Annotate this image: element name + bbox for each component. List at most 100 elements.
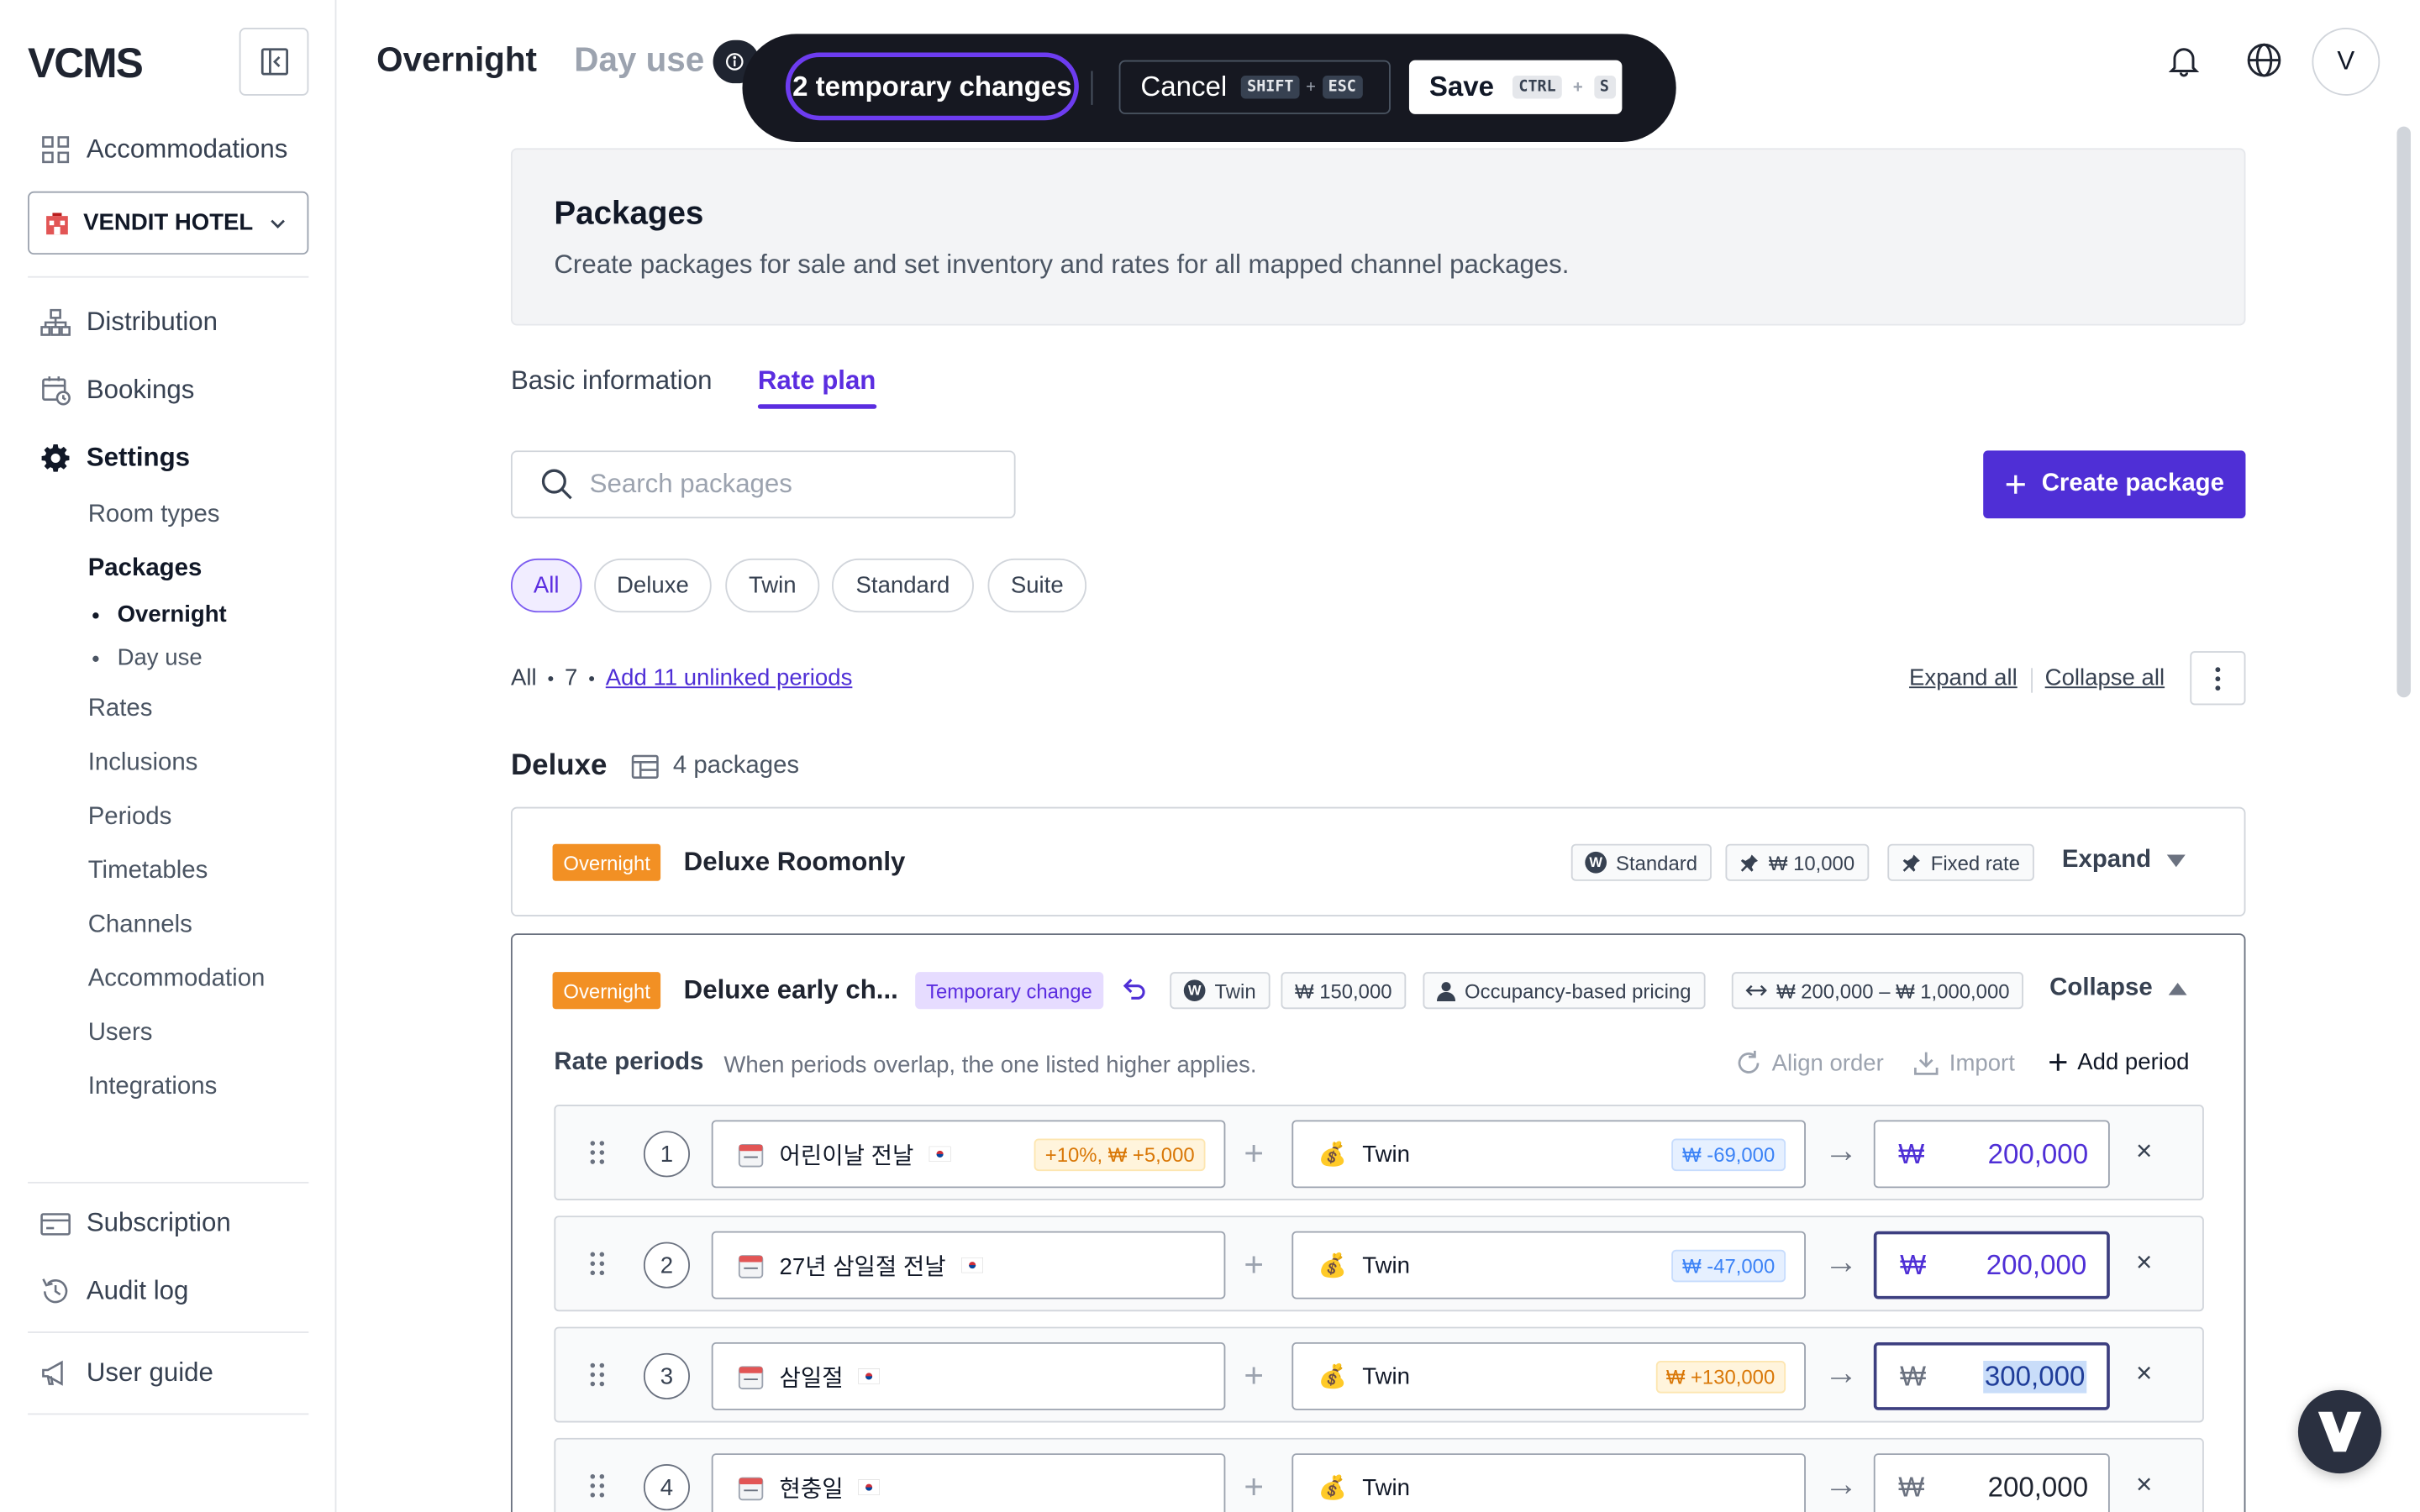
room-name: Twin: [1362, 1141, 1410, 1168]
money-bag-icon: 💰: [1318, 1474, 1347, 1502]
cancel-label: Cancel: [1140, 71, 1228, 102]
sidebar-item-label: Settings: [86, 443, 191, 473]
drag-handle-icon[interactable]: [590, 1362, 605, 1387]
sidebar-item-distribution[interactable]: Distribution: [40, 307, 218, 339]
sidebar-item-room-types[interactable]: Room types: [88, 501, 220, 529]
remove-period-button[interactable]: ×: [2136, 1136, 2152, 1168]
collapse-all-link[interactable]: Collapse all: [2045, 665, 2165, 691]
more-options-button[interactable]: [2190, 651, 2246, 706]
tab-overnight[interactable]: Overnight: [376, 40, 537, 81]
undo-button[interactable]: [1122, 977, 1146, 1010]
sidebar-item-inclusions[interactable]: Inclusions: [88, 750, 198, 778]
expand-button[interactable]: Expand: [2062, 847, 2186, 874]
filter-chip-suite[interactable]: Suite: [987, 558, 1087, 613]
sidebar-item-users[interactable]: Users: [88, 1020, 153, 1047]
hotel-select[interactable]: VENDIT HOTEL: [28, 191, 309, 255]
tab-rate-plan[interactable]: Rate plan: [758, 365, 876, 396]
import-button[interactable]: Import: [1912, 1049, 2015, 1077]
package-card-expanded[interactable]: Overnight Deluxe early ch... Temporary c…: [510, 933, 2246, 1512]
support-chat-button[interactable]: [2297, 1389, 2382, 1474]
history-icon: [42, 1278, 68, 1304]
add-unlinked-periods-link[interactable]: Add 11 unlinked periods: [606, 665, 853, 691]
calendar-icon: [738, 1254, 764, 1278]
sidebar-item-periods[interactable]: Periods: [88, 804, 172, 832]
expand-all-link[interactable]: Expand all: [1909, 665, 2018, 691]
create-package-button[interactable]: Create package: [1983, 450, 2246, 519]
scrollbar[interactable]: [2396, 126, 2411, 698]
room-rate-select[interactable]: 💰 Twin ₩ -69,000: [1292, 1120, 1806, 1189]
price-input[interactable]: ₩ 200,000: [1873, 1231, 2110, 1299]
price-input[interactable]: ₩ 200,000: [1873, 1453, 2110, 1512]
package-summary: All • 7 • Add 11 unlinked periods: [511, 665, 852, 691]
room-rate-select[interactable]: 💰 Twin ₩ -47,000: [1292, 1231, 1806, 1299]
period-select[interactable]: 어린이날 전날 +10%, ₩ +5,000: [711, 1120, 1226, 1189]
remove-period-button[interactable]: ×: [2136, 1469, 2152, 1502]
tab-basic-information[interactable]: Basic information: [511, 365, 712, 396]
price-range-tag: ₩ 200,000 – ₩ 1,000,000: [1731, 972, 2024, 1010]
group-count: 4 packages: [631, 753, 799, 780]
pin-icon: [1902, 853, 1920, 871]
drag-handle-icon[interactable]: [590, 1140, 605, 1164]
language-button[interactable]: [2244, 40, 2285, 81]
summary-filter: All: [510, 664, 537, 691]
add-period-button[interactable]: Add period: [2048, 1049, 2190, 1075]
download-icon: [1914, 1052, 1939, 1075]
calendar-clock-icon: [42, 376, 71, 406]
remove-period-button[interactable]: ×: [2136, 1357, 2152, 1390]
search-input[interactable]: [589, 469, 960, 501]
sidebar-item-subscription[interactable]: Subscription: [40, 1208, 231, 1239]
price-value-selected[interactable]: 300,000: [1983, 1360, 2087, 1393]
room-rate-select[interactable]: 💰 Twin: [1292, 1453, 1806, 1512]
sidebar-item-packages[interactable]: Packages: [88, 555, 203, 583]
package-card[interactable]: Overnight Deluxe Roomonly W Standard ₩ 1…: [510, 806, 2246, 917]
tab-day-use[interactable]: Day use: [574, 40, 704, 81]
tag-label: Fixed rate: [1930, 850, 2020, 874]
vcms-logo[interactable]: VCMS: [28, 40, 144, 88]
drag-handle-icon[interactable]: [590, 1252, 605, 1276]
sidebar-item-audit-log[interactable]: Audit log: [40, 1276, 189, 1307]
sidebar-item-overnight[interactable]: Overnight: [92, 601, 227, 628]
plus-sign: +: [1244, 1356, 1265, 1395]
room-name: Twin: [1362, 1252, 1410, 1278]
period-select[interactable]: 현충일: [711, 1453, 1226, 1512]
avatar[interactable]: V: [2312, 28, 2381, 96]
range-arrows-icon: [1745, 984, 1767, 996]
sidebar-item-bookings[interactable]: Bookings: [40, 375, 194, 406]
sidebar-divider: [28, 1413, 309, 1415]
period-select[interactable]: 삼일절: [711, 1341, 1226, 1410]
cancel-button[interactable]: Cancel SHIFT + ESC: [1118, 60, 1391, 114]
room-rate-select[interactable]: 💰 Twin ₩ +130,000: [1292, 1341, 1806, 1410]
plus-sign: +: [1244, 1245, 1265, 1284]
collapse-button[interactable]: Collapse: [2049, 975, 2187, 1003]
remove-period-button[interactable]: ×: [2136, 1247, 2152, 1279]
price-input-focused[interactable]: ₩ 300,000: [1873, 1341, 2110, 1410]
sidebar-collapse-button[interactable]: [239, 28, 309, 96]
sidebar-toggle-icon: [260, 48, 288, 76]
save-button[interactable]: Save CTRL + S: [1408, 60, 1623, 114]
sidebar-item-rates[interactable]: Rates: [88, 696, 153, 723]
search-box[interactable]: [510, 450, 1016, 519]
sidebar-item-integrations[interactable]: Integrations: [88, 1074, 218, 1101]
period-select[interactable]: 27년 삼일절 전날: [711, 1231, 1226, 1299]
drag-handle-icon[interactable]: [590, 1473, 605, 1498]
sidebar-item-user-guide[interactable]: User guide: [40, 1357, 213, 1389]
temporary-changes-count[interactable]: 2 temporary changes: [785, 52, 1079, 121]
filter-chip-standard[interactable]: Standard: [832, 558, 974, 613]
filter-chip-twin[interactable]: Twin: [725, 558, 820, 613]
arrow-sign: →: [1824, 1131, 1859, 1170]
price-input[interactable]: ₩ 200,000: [1873, 1120, 2110, 1189]
filter-chip-all[interactable]: All: [510, 558, 582, 613]
sidebar-item-day-use[interactable]: Day use: [92, 645, 203, 671]
align-order-button[interactable]: Align order: [1734, 1049, 1884, 1077]
filter-chip-deluxe[interactable]: Deluxe: [594, 558, 712, 613]
sidebar-item-accommodation[interactable]: Accommodation: [88, 966, 266, 994]
sidebar-item-settings[interactable]: Settings: [40, 443, 190, 474]
sidebar: VCMS Accommodations VENDIT HOTEL Distrib…: [0, 0, 337, 1512]
sidebar-item-label: Audit log: [86, 1275, 189, 1305]
sidebar-item-accommodations[interactable]: Accommodations: [40, 134, 288, 165]
sidebar-item-label: User guide: [86, 1357, 213, 1388]
sidebar-divider: [28, 276, 309, 278]
sidebar-item-channels[interactable]: Channels: [88, 912, 192, 940]
notification-button[interactable]: [2164, 40, 2204, 81]
sidebar-item-timetables[interactable]: Timetables: [88, 858, 208, 885]
